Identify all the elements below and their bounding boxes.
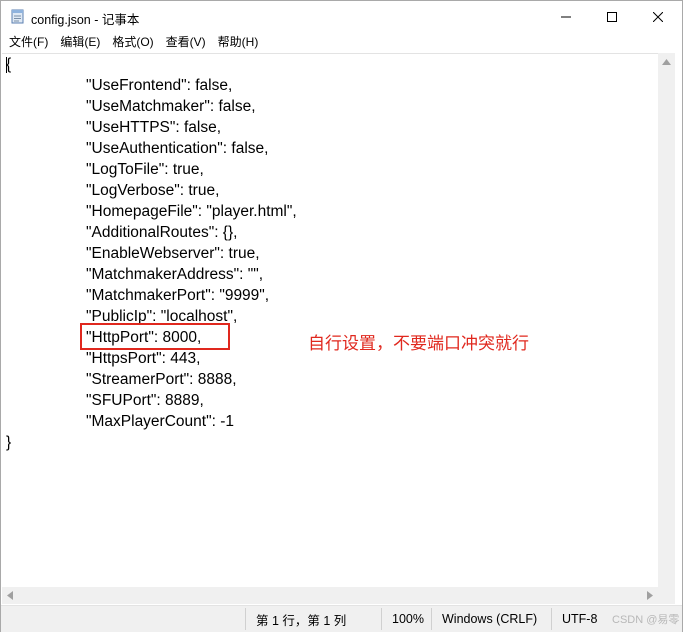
code-line: "UseAuthentication": false, xyxy=(86,140,269,157)
code-line: "HomepageFile": "player.html", xyxy=(86,203,297,220)
status-line-ending: Windows (CRLF) xyxy=(442,612,538,626)
code-line: "MaxPlayerCount": -1 xyxy=(86,413,234,430)
scroll-left-arrow-icon[interactable] xyxy=(7,591,13,600)
scroll-right-arrow-icon[interactable] xyxy=(647,591,653,600)
code-line: "MatchmakerAddress": "", xyxy=(86,266,264,283)
status-divider xyxy=(245,608,246,630)
status-encoding: UTF-8 xyxy=(562,612,598,626)
status-bar: 第 1 行，第 1 列 100% Windows (CRLF) UTF-8 xyxy=(1,605,682,632)
horizontal-scrollbar[interactable] xyxy=(2,587,658,604)
status-cursor-position: 第 1 行，第 1 列 xyxy=(256,613,347,628)
code-line: "EnableWebserver": true, xyxy=(86,245,260,262)
menu-file[interactable]: 文件(F) xyxy=(3,34,54,50)
maximize-icon xyxy=(607,11,617,22)
notepad-window: config.json - 记事本 文件(F) 编辑(E) 格式(O) 查看(V… xyxy=(0,0,683,632)
code-line: "MatchmakerPort": "9999", xyxy=(86,287,270,304)
menu-view[interactable]: 查看(V) xyxy=(160,34,212,50)
code-line: { xyxy=(6,56,12,73)
maximize-button[interactable] xyxy=(589,1,635,32)
scroll-up-arrow-icon[interactable] xyxy=(662,59,671,65)
status-zoom: 100% xyxy=(392,612,424,626)
vertical-scrollbar[interactable] xyxy=(658,53,675,604)
text-caret xyxy=(6,57,7,73)
scrollbar-corner xyxy=(658,587,675,604)
status-divider xyxy=(381,608,382,630)
annotation-text: 自行设置，不要端口冲突就行 xyxy=(308,334,529,353)
code-line: "HttpsPort": 443, xyxy=(86,350,201,367)
code-line: } xyxy=(6,434,12,451)
code-line: "SFUPort": 8889, xyxy=(86,392,204,409)
watermark: CSDN @易零 xyxy=(612,614,680,626)
code-line: "LogToFile": true, xyxy=(86,161,204,178)
window-title: config.json - 记事本 xyxy=(31,13,140,27)
code-line: "UseMatchmaker": false, xyxy=(86,98,256,115)
code-line: "AdditionalRoutes": {}, xyxy=(86,224,238,241)
close-icon xyxy=(653,11,663,22)
title-bar[interactable]: config.json - 记事本 xyxy=(1,1,682,33)
menu-format[interactable]: 格式(O) xyxy=(106,34,159,50)
code-line: "UseHTTPS": false, xyxy=(86,119,222,136)
minimize-icon xyxy=(561,16,571,17)
menu-edit[interactable]: 编辑(E) xyxy=(54,34,106,50)
code-line: "StreamerPort": 8888, xyxy=(86,371,237,388)
red-highlight-box xyxy=(80,323,230,350)
editor-content: { "UseFrontend": false, "UseMatchmaker":… xyxy=(6,54,297,453)
menu-help[interactable]: 帮助(H) xyxy=(212,34,265,50)
minimize-button[interactable] xyxy=(543,1,589,32)
menu-bar: 文件(F) 编辑(E) 格式(O) 查看(V) 帮助(H) xyxy=(1,33,683,51)
code-line: "LogVerbose": true, xyxy=(86,182,220,199)
text-editor[interactable]: { "UseFrontend": false, "UseMatchmaker":… xyxy=(2,53,658,605)
close-button[interactable] xyxy=(635,1,681,32)
status-divider xyxy=(551,608,552,630)
notepad-app-icon xyxy=(11,9,24,24)
status-divider xyxy=(431,608,432,630)
code-line: "UseFrontend": false, xyxy=(86,77,233,94)
